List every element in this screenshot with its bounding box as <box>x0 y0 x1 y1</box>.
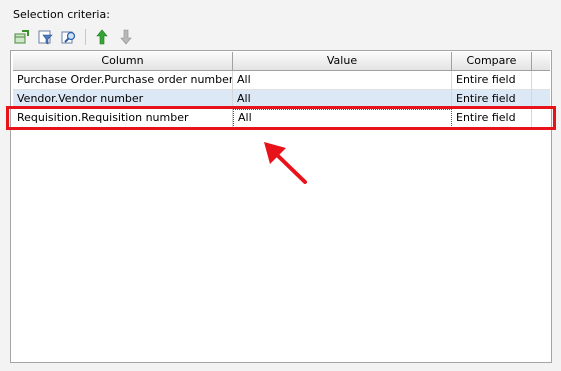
column-cell[interactable]: Requisition.Requisition number <box>13 109 233 128</box>
move-down-button[interactable] <box>116 27 136 47</box>
move-up-icon <box>96 29 108 45</box>
compare-header[interactable]: Compare <box>452 52 532 70</box>
compare-cell[interactable]: Entire field <box>452 71 532 90</box>
column-cell[interactable]: Vendor.Vendor number <box>13 90 233 109</box>
value-cell[interactable]: All <box>233 109 452 128</box>
filter-button[interactable] <box>35 27 55 47</box>
value-cell[interactable]: All <box>233 71 452 90</box>
table-row[interactable]: Purchase Order.Purchase order number All… <box>13 71 550 90</box>
compare-cell[interactable]: Entire field <box>452 109 532 128</box>
value-cell[interactable]: All <box>233 90 452 109</box>
column-cell[interactable]: Purchase Order.Purchase order number <box>13 71 233 90</box>
selection-criteria-label: Selection criteria: <box>13 8 110 21</box>
filter-icon <box>38 30 53 45</box>
table-row[interactable]: Requisition.Requisition number All Entir… <box>13 109 550 128</box>
value-header[interactable]: Value <box>233 52 452 70</box>
header-filler <box>532 52 550 70</box>
row-filler <box>532 71 550 90</box>
row-filler <box>532 109 550 128</box>
move-up-button[interactable] <box>92 27 112 47</box>
add-row-button[interactable] <box>11 27 31 47</box>
compare-cell[interactable]: Entire field <box>452 90 532 109</box>
add-row-icon <box>14 30 29 44</box>
search-icon <box>61 31 76 44</box>
move-down-icon <box>120 29 132 45</box>
pointer-arrow-icon <box>264 142 307 184</box>
grid-header: Column Value Compare <box>13 52 550 71</box>
search-button[interactable] <box>59 27 79 47</box>
column-header[interactable]: Column <box>13 52 233 70</box>
row-filler <box>532 90 550 109</box>
toolbar <box>11 27 136 47</box>
table-row[interactable]: Vendor.Vendor number All Entire field <box>13 90 550 109</box>
selection-criteria-grid: Column Value Compare Purchase Order.Purc… <box>10 50 552 363</box>
toolbar-separator <box>85 29 86 45</box>
